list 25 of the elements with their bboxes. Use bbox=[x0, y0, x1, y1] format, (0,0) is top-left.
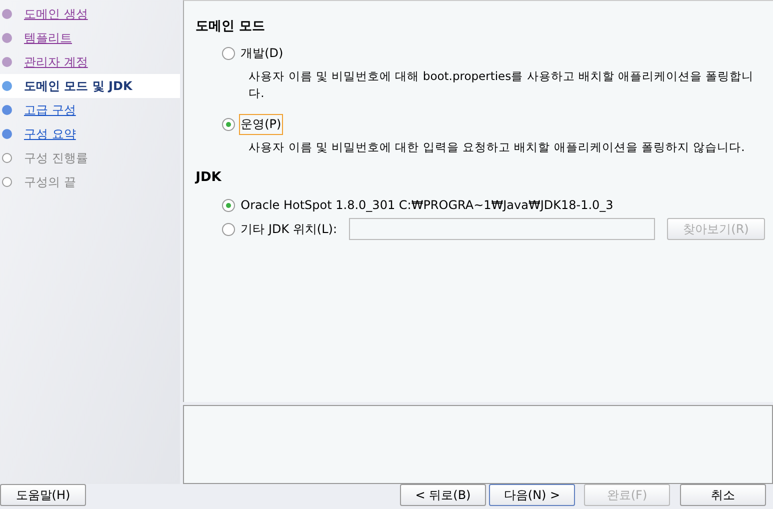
radio-label[interactable]: 개발(D) bbox=[238, 43, 286, 64]
radio-button[interactable] bbox=[222, 198, 235, 212]
wizard-step[interactable]: 관리자 계정 bbox=[24, 54, 88, 70]
wizard-step: 도메인 모드 및 JDK bbox=[24, 78, 132, 94]
wizard-step: 구성의 끝 bbox=[24, 174, 76, 190]
option-description: 사용자 이름 및 비밀번호에 대해 boot.properties를 사용하고 배치할 애플리케이션을 폴링합니다. bbox=[248, 68, 755, 102]
section-title: JDK bbox=[196, 170, 222, 185]
radio-button[interactable] bbox=[222, 222, 235, 236]
wizard-step[interactable]: 도메인 생성 bbox=[24, 6, 88, 22]
radio-label[interactable]: 운영(P) bbox=[238, 114, 284, 135]
radio-label[interactable]: 기타 JDK 위치(L): bbox=[238, 218, 339, 240]
dialog-button[interactable]: < 뒤로(B) bbox=[400, 484, 486, 506]
section-title: 도메인 모드 bbox=[196, 18, 266, 35]
jdk-path-field[interactable] bbox=[349, 218, 655, 240]
radio-button[interactable] bbox=[222, 118, 235, 131]
wizard-step[interactable]: 고급 구성 bbox=[24, 102, 76, 118]
wizard-step[interactable]: 구성 요약 bbox=[24, 126, 76, 142]
dialog-button[interactable]: 취소 bbox=[680, 484, 766, 506]
radio-label[interactable]: Oracle HotSpot 1.8.0_301 C:₩PROGRA~1₩Java₩JDK18-1.0_3 bbox=[238, 196, 616, 214]
dialog-button[interactable]: 다음(N) > bbox=[489, 484, 575, 506]
radio-button[interactable] bbox=[222, 47, 235, 60]
wizard-step[interactable]: 템플리트 bbox=[24, 30, 72, 46]
dialog-button[interactable]: 도움말(H) bbox=[0, 484, 86, 506]
wizard-step: 구성 진행률 bbox=[24, 150, 88, 166]
option-description: 사용자 이름 및 비밀번호에 대한 입력을 요청하고 배치할 애플리케이션을 폴링하지 않습니다. bbox=[248, 139, 746, 156]
